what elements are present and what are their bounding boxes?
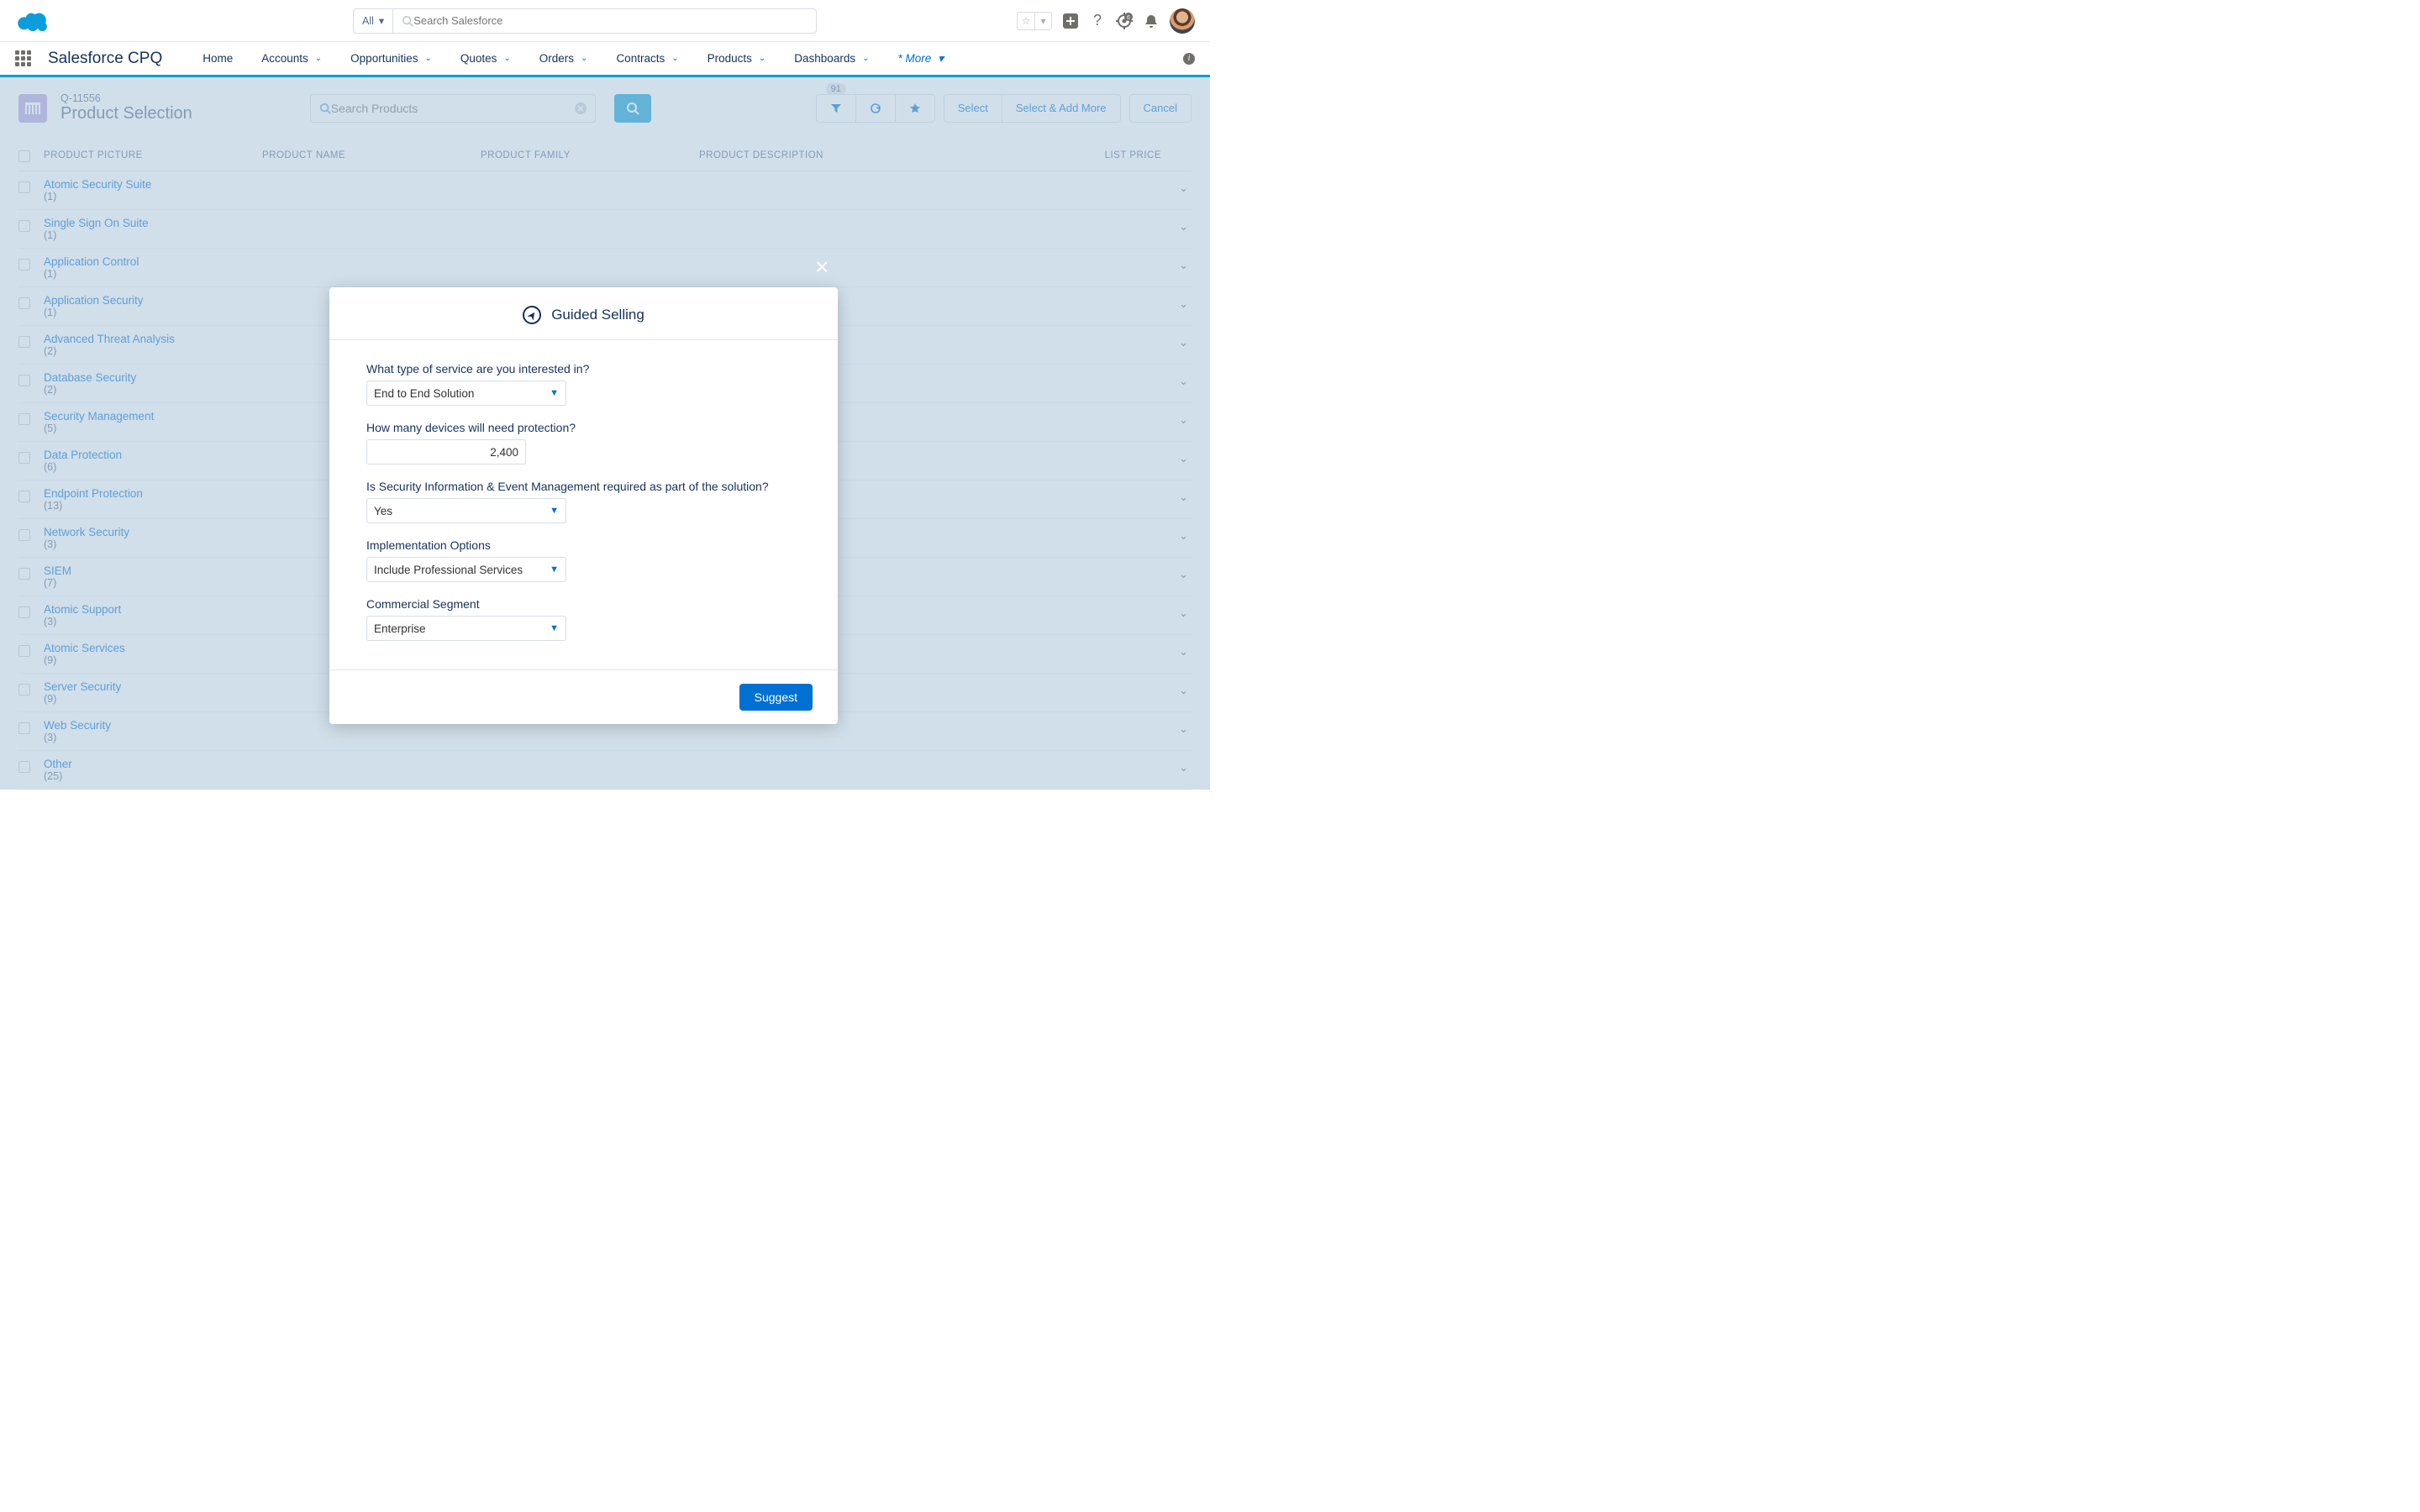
chevron-down-icon: ▼ xyxy=(550,506,559,516)
modal-close-icon[interactable]: × xyxy=(815,254,829,281)
chevron-down-icon: ⌄ xyxy=(759,54,765,63)
chevron-down-icon: ⌄ xyxy=(424,54,431,63)
chevron-down-icon: ⌄ xyxy=(503,54,510,63)
global-header: All ▾ ☆ ▾ ? 6 xyxy=(0,0,1210,42)
compass-icon xyxy=(523,306,541,324)
q3-label: Is Security Information & Event Manageme… xyxy=(366,480,801,493)
nav-contracts[interactable]: Contracts⌄ xyxy=(616,52,678,65)
q2-input[interactable]: 2,400 xyxy=(366,439,526,465)
chevron-down-icon: ⌄ xyxy=(862,54,869,63)
guided-selling-modal: Guided Selling What type of service are … xyxy=(329,287,838,724)
favorites-group[interactable]: ☆ ▾ xyxy=(1017,12,1052,30)
chevron-down-icon: ⌄ xyxy=(315,54,322,63)
q5-label: Commercial Segment xyxy=(366,597,801,611)
app-launcher-icon[interactable] xyxy=(15,50,31,66)
nav-accounts[interactable]: Accounts⌄ xyxy=(261,52,322,65)
notifications-bell-icon[interactable] xyxy=(1143,13,1160,29)
nav-opportunities[interactable]: Opportunities⌄ xyxy=(350,52,432,65)
chevron-down-icon: ⌄ xyxy=(581,54,587,63)
search-scope-dropdown[interactable]: All ▾ xyxy=(353,8,392,34)
app-nav-bar: Salesforce CPQ Home Accounts⌄ Opportunit… xyxy=(0,42,1210,77)
global-search[interactable] xyxy=(392,8,817,34)
global-search-input[interactable] xyxy=(413,14,808,27)
chevron-down-icon: ⌄ xyxy=(671,54,678,63)
q5-select[interactable]: Enterprise▼ xyxy=(366,616,566,641)
suggest-button[interactable]: Suggest xyxy=(739,684,813,711)
modal-header: Guided Selling xyxy=(329,287,838,340)
q2-label: How many devices will need protection? xyxy=(366,421,801,434)
q1-label: What type of service are you interested … xyxy=(366,362,801,375)
app-name: Salesforce CPQ xyxy=(48,50,162,68)
user-avatar[interactable] xyxy=(1170,8,1195,34)
chevron-down-icon: ▼ xyxy=(550,623,559,633)
nav-orders[interactable]: Orders⌄ xyxy=(539,52,588,65)
chevron-down-icon: ▼ xyxy=(550,388,559,398)
page-body: Q-11556 Product Selection 91 Select Sele… xyxy=(0,77,1210,790)
search-icon xyxy=(402,15,413,27)
nav-items: Home Accounts⌄ Opportunities⌄ Quotes⌄ Or… xyxy=(203,52,944,66)
help-icon[interactable]: ? xyxy=(1089,13,1106,29)
q4-select[interactable]: Include Professional Services▼ xyxy=(366,557,566,582)
chevron-down-icon: ▾ xyxy=(379,14,384,27)
q4-label: Implementation Options xyxy=(366,538,801,552)
search-scope-label: All xyxy=(362,15,374,27)
nav-home[interactable]: Home xyxy=(203,52,233,65)
nav-more[interactable]: * More▾ xyxy=(897,52,944,66)
chevron-down-icon: ▾ xyxy=(1034,13,1051,29)
nav-products[interactable]: Products⌄ xyxy=(708,52,766,65)
chevron-down-icon: ▾ xyxy=(938,52,944,66)
modal-title: Guided Selling xyxy=(551,307,644,323)
nav-quotes[interactable]: Quotes⌄ xyxy=(460,52,511,65)
chevron-down-icon: ▼ xyxy=(550,564,559,575)
add-icon[interactable] xyxy=(1062,13,1079,29)
nav-dashboards[interactable]: Dashboards⌄ xyxy=(794,52,869,65)
star-icon: ☆ xyxy=(1018,13,1034,29)
svg-text:6: 6 xyxy=(1127,15,1130,21)
setup-gear-icon[interactable]: 6 xyxy=(1116,13,1133,29)
q1-select[interactable]: End to End Solution▼ xyxy=(366,381,566,406)
info-icon[interactable]: i xyxy=(1183,53,1195,65)
q3-select[interactable]: Yes▼ xyxy=(366,498,566,523)
salesforce-logo xyxy=(15,9,50,33)
